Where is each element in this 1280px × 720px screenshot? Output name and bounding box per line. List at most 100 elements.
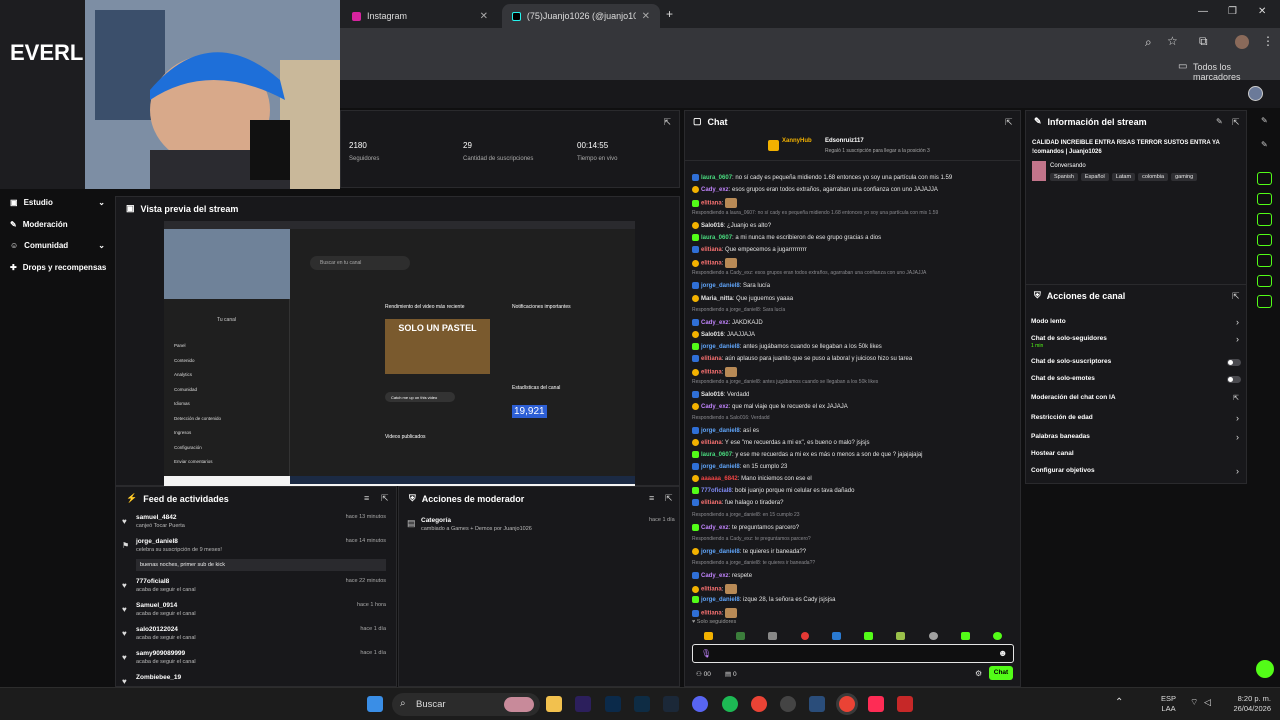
sidebar-item-drops[interactable]: ✚ Drops y recompensas [10, 263, 106, 272]
chat-username[interactable]: elitiana [701, 440, 722, 446]
activity-user[interactable]: salo20122024 [136, 626, 178, 633]
rail-chat-icon[interactable] [1257, 233, 1272, 247]
recorder-icon[interactable] [897, 696, 913, 712]
chrome-active-icon[interactable] [839, 696, 855, 712]
wifi-icon[interactable]: ⌔ [1190, 697, 1198, 708]
channel-action-item[interactable]: Chat de solo-suscriptores [1031, 358, 1243, 372]
chat-username[interactable]: aaaaaa_6842 [701, 476, 738, 482]
tag[interactable]: Español [1080, 173, 1109, 181]
sidebar-item-comunidad[interactable]: ☺ Comunidad ⌄ [10, 241, 105, 250]
chat-username[interactable]: laura_0607 [701, 235, 732, 241]
emote-icon[interactable] [864, 632, 874, 640]
file-explorer-icon[interactable] [546, 696, 562, 712]
star-icon[interactable]: ☆ [1167, 34, 1178, 48]
activity-user[interactable]: Samuel_0914 [136, 602, 177, 609]
stream-video[interactable]: Buscar en tu canal Rendimiento del video… [164, 221, 635, 486]
expand-icon[interactable]: ⇱ [381, 493, 389, 504]
close-window-icon[interactable]: ✕ [1258, 6, 1266, 17]
emote-icon[interactable] [961, 632, 971, 640]
new-tab-icon[interactable]: + [666, 7, 673, 21]
channel-action-item[interactable]: Modo lento › [1031, 317, 1243, 332]
filter-icon[interactable]: ≡ [364, 493, 369, 503]
chrome-icon[interactable] [751, 696, 767, 712]
chat-username[interactable]: Cady_exz [701, 573, 729, 579]
chat-username[interactable]: jorge_daniel8 [701, 464, 740, 470]
close-tab-icon[interactable]: ✕ [642, 11, 650, 22]
chat-username[interactable]: Cady_exz [701, 320, 729, 326]
chat-username[interactable]: elitiana [701, 500, 722, 506]
tag[interactable]: Latam [1111, 173, 1136, 181]
spotify-icon[interactable] [722, 696, 738, 712]
tiktok-app-icon[interactable] [868, 696, 884, 712]
chat-username[interactable]: jorge_daniel8 [701, 549, 740, 555]
emote-icon[interactable] [768, 632, 778, 640]
obs-icon[interactable] [780, 696, 796, 712]
chat-username[interactable]: laura_0607 [701, 452, 732, 458]
rail-lightning-icon[interactable] [1257, 192, 1272, 206]
rail-tool-icon[interactable] [1257, 295, 1272, 309]
profile-avatar[interactable] [1235, 35, 1249, 49]
filter-icon[interactable]: ≡ [649, 493, 654, 503]
chat-username[interactable]: elitiana [701, 356, 722, 362]
chat-username[interactable]: elitiana [701, 587, 722, 593]
chat-username[interactable]: elitiana [701, 611, 722, 617]
pin-icon[interactable]: ✎ [1261, 116, 1268, 125]
chat-username[interactable]: Salo016 [701, 392, 724, 398]
expand-icon[interactable]: ⇱ [663, 117, 671, 128]
chat-username[interactable]: jorge_daniel8 [701, 283, 740, 289]
chat-username[interactable]: laura_0607 [701, 175, 732, 181]
channel-action-item[interactable]: Chat de solo-emotes [1031, 375, 1243, 389]
emote-icon[interactable] [735, 632, 745, 640]
extensions-icon[interactable]: ⧉ [1199, 34, 1208, 49]
toggle-switch[interactable] [1227, 376, 1241, 383]
emote-icon[interactable] [993, 632, 1003, 640]
help-chat-icon[interactable] [1256, 660, 1274, 678]
sidebar-item-moderacion[interactable]: ✎ Moderación [10, 220, 68, 229]
channel-action-item[interactable]: Restricción de edad › [1031, 413, 1243, 428]
chat-username[interactable]: jorge_daniel8 [701, 344, 740, 350]
clock[interactable]: 8:20 p. m. 26/04/2026 [1225, 694, 1271, 714]
chat-username[interactable]: 777oficial8 [701, 488, 732, 494]
activity-user[interactable]: jorge_daniel8 [136, 538, 178, 545]
activity-user[interactable]: samuel_4842 [136, 514, 176, 521]
maximize-icon[interactable]: ❐ [1228, 6, 1237, 17]
activity-user[interactable]: samy909089999 [136, 650, 185, 657]
rail-link-icon[interactable] [1257, 254, 1272, 267]
toggle-switch[interactable] [1227, 359, 1241, 366]
edit-icon[interactable]: ✎ [1261, 140, 1268, 149]
tab-tiktok[interactable]: (75)Juanjo1026 (@juanjo1026_ ✕ [502, 4, 660, 28]
premiere-icon[interactable] [575, 696, 591, 712]
chat-username[interactable]: jorge_daniel8 [701, 597, 740, 603]
taskbar-search[interactable]: ⌕ Buscar [392, 693, 540, 716]
edit-icon[interactable]: ✎ [1216, 117, 1223, 126]
channel-action-item[interactable]: Palabras baneadas › [1031, 432, 1243, 447]
chat-username[interactable]: Maria_nitta [701, 296, 733, 302]
emote-icon[interactable] [703, 632, 713, 640]
settings-gear-icon[interactable]: ⚙ [975, 669, 982, 678]
all-bookmarks[interactable]: Todos los marcadores [1193, 62, 1280, 82]
chat-username[interactable]: Salo016 [701, 223, 724, 229]
chat-username[interactable]: Cady_exz [701, 187, 729, 193]
expand-icon[interactable]: ⇱ [665, 493, 673, 504]
sidebar-item-estudio[interactable]: ▣ Estudio ⌄ [10, 198, 105, 207]
activity-user[interactable]: 777oficial8 [136, 578, 169, 585]
language-indicator[interactable]: ESP LAA [1161, 694, 1176, 714]
tag[interactable]: gaming [1171, 173, 1198, 181]
windows-start-icon[interactable] [367, 696, 383, 712]
emote-icon[interactable] [800, 632, 809, 640]
tag[interactable]: Spanish [1050, 173, 1078, 181]
lightroom-icon[interactable] [634, 696, 650, 712]
photoshop-icon[interactable] [605, 696, 621, 712]
emoji-icon[interactable]: ☻ [998, 648, 1007, 658]
minimize-icon[interactable]: — [1198, 6, 1208, 17]
emote-icon[interactable] [928, 632, 938, 640]
channel-action-item[interactable]: Hostear canal [1031, 450, 1243, 464]
emote-icon[interactable] [896, 632, 906, 640]
tray-arrow-icon[interactable]: ⌃ [1115, 697, 1123, 708]
emote-icon[interactable] [831, 632, 841, 640]
channel-action-item[interactable]: Configurar objetivos › [1031, 466, 1243, 481]
close-tab-icon[interactable]: ✕ [480, 11, 488, 22]
menu-dots-icon[interactable]: ⋮ [1262, 34, 1274, 48]
channel-action-item[interactable]: Chat de solo-seguidores 1 min › [1031, 334, 1243, 349]
activity-user[interactable]: Zombiebee_19 [136, 674, 181, 681]
